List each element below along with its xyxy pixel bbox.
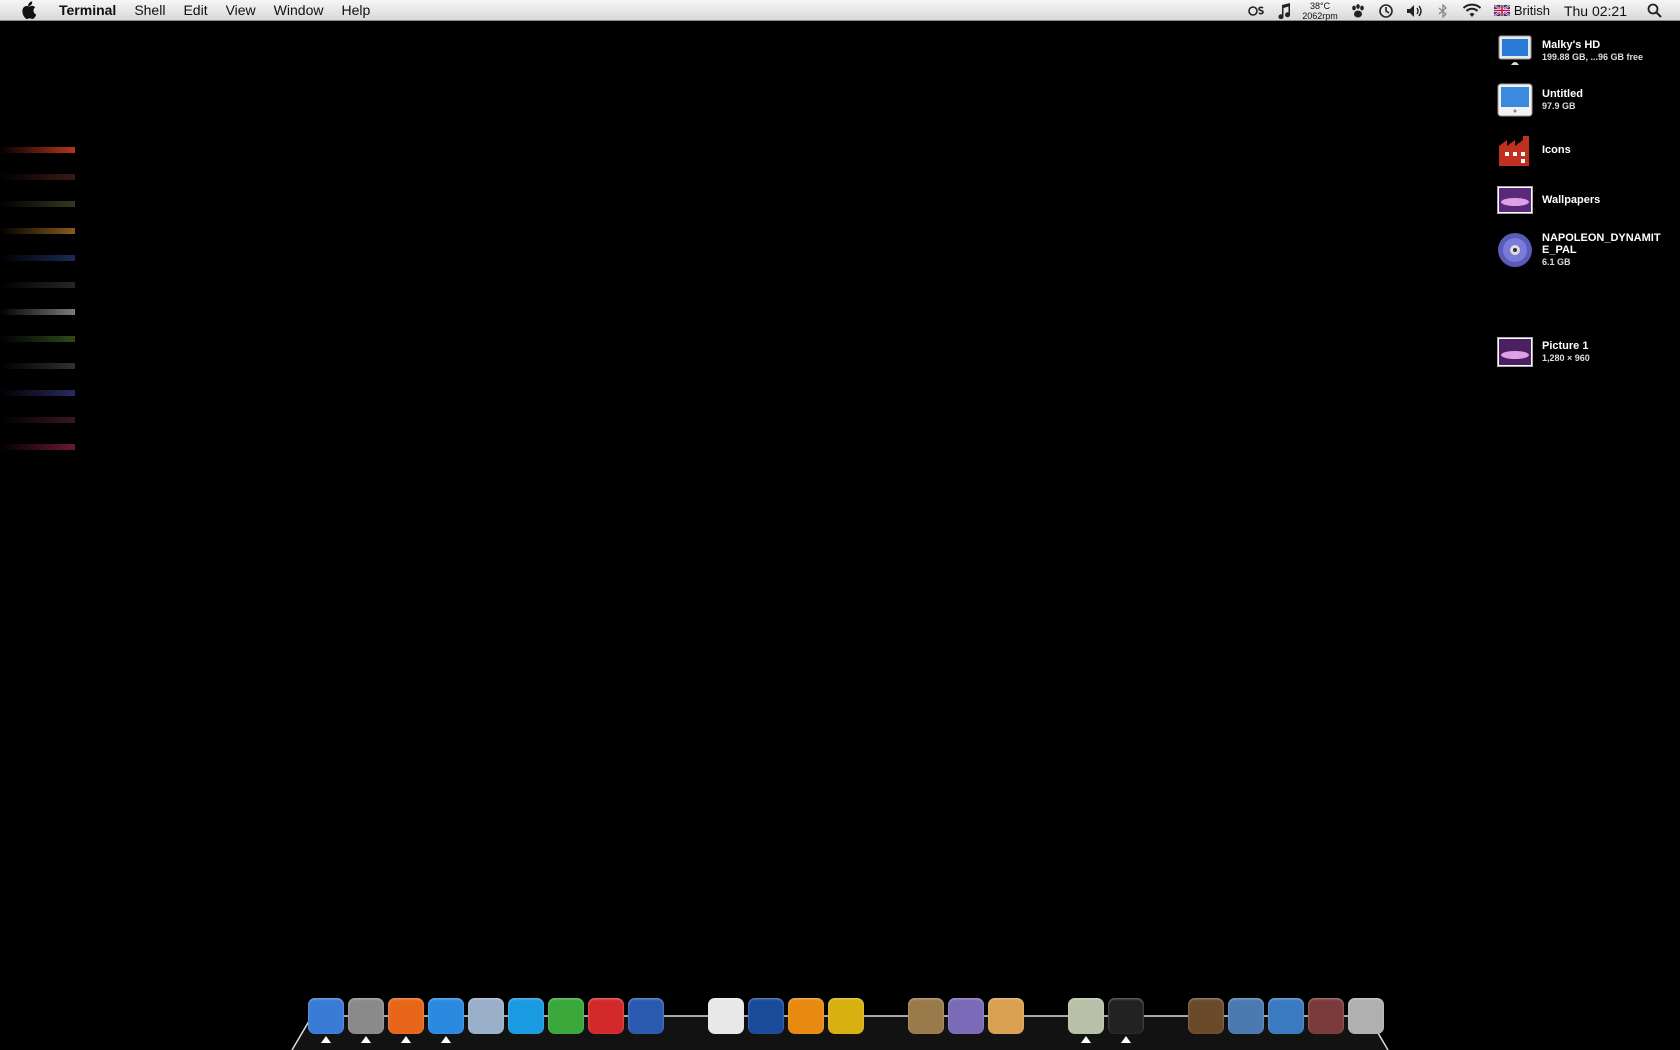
adium-icon[interactable] [548, 998, 584, 1034]
picture-icon [1496, 333, 1534, 371]
time-machine-icon[interactable] [1372, 0, 1400, 21]
menu-bar: Terminal Shell Edit View Window Help 38°… [0, 0, 1680, 21]
desktop-icon-label: Wallpapers [1542, 194, 1601, 206]
menu-shell[interactable]: Shell [125, 0, 174, 21]
firefox-icon[interactable] [388, 998, 424, 1034]
desktop-icon-wallpapers[interactable]: Wallpapers [1496, 181, 1600, 219]
desktop-icon-picture-1[interactable]: Picture 1 1,280 × 960 [1496, 333, 1590, 371]
fan-speed-value: 2062rpm [1302, 10, 1338, 21]
desktop-icon-napoleon-dynamite-pal[interactable]: NAPOLEON_DYNAMITE_PAL 6.1 GB [1496, 231, 1667, 269]
wallpaper-stripe [0, 309, 75, 315]
applications-stack-icon[interactable] [1268, 998, 1304, 1034]
menu-clock[interactable]: Thu 02:21 [1556, 0, 1641, 21]
input-menu[interactable]: British [1488, 0, 1556, 21]
running-indicator [1121, 1036, 1131, 1043]
acrobat-icon[interactable] [708, 998, 744, 1034]
running-indicator [1081, 1036, 1091, 1043]
mail-stack-icon[interactable] [1188, 998, 1224, 1034]
wallpaper-stripe [0, 336, 75, 342]
temperature-monitor[interactable]: 38°C 2062rpm [1296, 0, 1344, 21]
wallpaper-image-icon [1496, 181, 1534, 219]
running-indicator [321, 1036, 331, 1043]
desktop-icon-label: NAPOLEON_DYNAMITE_PAL [1542, 232, 1661, 256]
photoshop-icon[interactable] [748, 998, 784, 1034]
wallpaper-stripe [0, 282, 75, 288]
terminal-icon[interactable] [1108, 998, 1144, 1034]
running-indicator [401, 1036, 411, 1043]
wallpaper-stripe [0, 147, 75, 153]
finder-icon[interactable] [308, 998, 344, 1034]
dvd-icon [1496, 231, 1534, 269]
wallpaper-stripe [0, 444, 75, 450]
paw-icon[interactable] [1344, 0, 1372, 21]
desktop-icon-untitled[interactable]: Untitled 97.9 GB [1496, 81, 1583, 119]
trash-icon[interactable] [1348, 998, 1384, 1034]
wallpaper-stripe [0, 228, 75, 234]
factory-folder-icon [1496, 131, 1534, 169]
potion-app-icon[interactable] [948, 998, 984, 1034]
os-extra-icon[interactable] [1242, 0, 1272, 21]
desktop-icon-label: Picture 1 [1542, 340, 1589, 352]
music-note-icon[interactable] [1272, 0, 1296, 21]
status-menus: 38°C 2062rpm British Thu 02:21 [1242, 0, 1680, 21]
wallpaper-stripe [0, 390, 75, 396]
folder-stack-icon[interactable] [1228, 998, 1264, 1034]
running-indicator [361, 1036, 371, 1043]
quicktime-icon[interactable] [508, 998, 544, 1034]
c-app-icon[interactable] [588, 998, 624, 1034]
bluetooth-icon[interactable] [1430, 0, 1456, 21]
wallpaper-stripe [0, 363, 75, 369]
desktop-icon-info: 6.1 GB [1542, 257, 1571, 267]
sign-app-icon[interactable] [988, 998, 1024, 1034]
google-earth-icon[interactable] [628, 998, 664, 1034]
volume-icon[interactable] [1400, 0, 1430, 21]
menu-window[interactable]: Window [265, 0, 333, 21]
desktop-icon-info: 1,280 × 960 [1542, 353, 1590, 363]
itunes-icon[interactable] [468, 998, 504, 1034]
illustrator-icon[interactable] [788, 998, 824, 1034]
hard-drive-icon [1496, 32, 1534, 70]
external-drive-icon [1496, 81, 1534, 119]
desktop-icon-icons[interactable]: Icons [1496, 131, 1571, 169]
uk-flag-icon [1493, 5, 1510, 16]
desktop-icon-label: Untitled [1542, 88, 1583, 100]
desktop-icon-label: Malky's HD [1542, 39, 1601, 51]
menu-help[interactable]: Help [332, 0, 379, 21]
desktop-icon-malkys-hd[interactable]: Malky's HD 199.88 GB, ...96 GB free [1496, 32, 1643, 70]
apple-menu-icon[interactable] [18, 1, 38, 19]
temperature-value: 38°C [1309, 0, 1331, 11]
wallpaper-stripe [0, 255, 75, 261]
ipod-icon[interactable] [1068, 998, 1104, 1034]
dock [290, 998, 1390, 1050]
pictures-stack-icon[interactable] [1308, 998, 1344, 1034]
safari-icon[interactable] [428, 998, 464, 1034]
desktop-icon-info: 199.88 GB, ...96 GB free [1542, 52, 1644, 62]
spotlight-search-icon[interactable] [1641, 0, 1680, 21]
wifi-icon[interactable] [1456, 0, 1488, 21]
desktop-icon-label: Icons [1542, 144, 1571, 156]
system-preferences-icon[interactable] [348, 998, 384, 1034]
menu-view[interactable]: View [217, 0, 265, 21]
fireworks-icon[interactable] [828, 998, 864, 1034]
preview-photo-icon[interactable] [908, 998, 944, 1034]
wallpaper-stripe [0, 417, 75, 423]
wallpaper-stripe [0, 201, 75, 207]
running-indicator [441, 1036, 451, 1043]
menu-edit[interactable]: Edit [174, 0, 216, 21]
desktop-icon-info: 97.9 GB [1542, 101, 1576, 111]
input-language: British [1513, 3, 1550, 18]
wallpaper-stripe [0, 174, 75, 180]
menu-app-terminal[interactable]: Terminal [50, 0, 125, 21]
